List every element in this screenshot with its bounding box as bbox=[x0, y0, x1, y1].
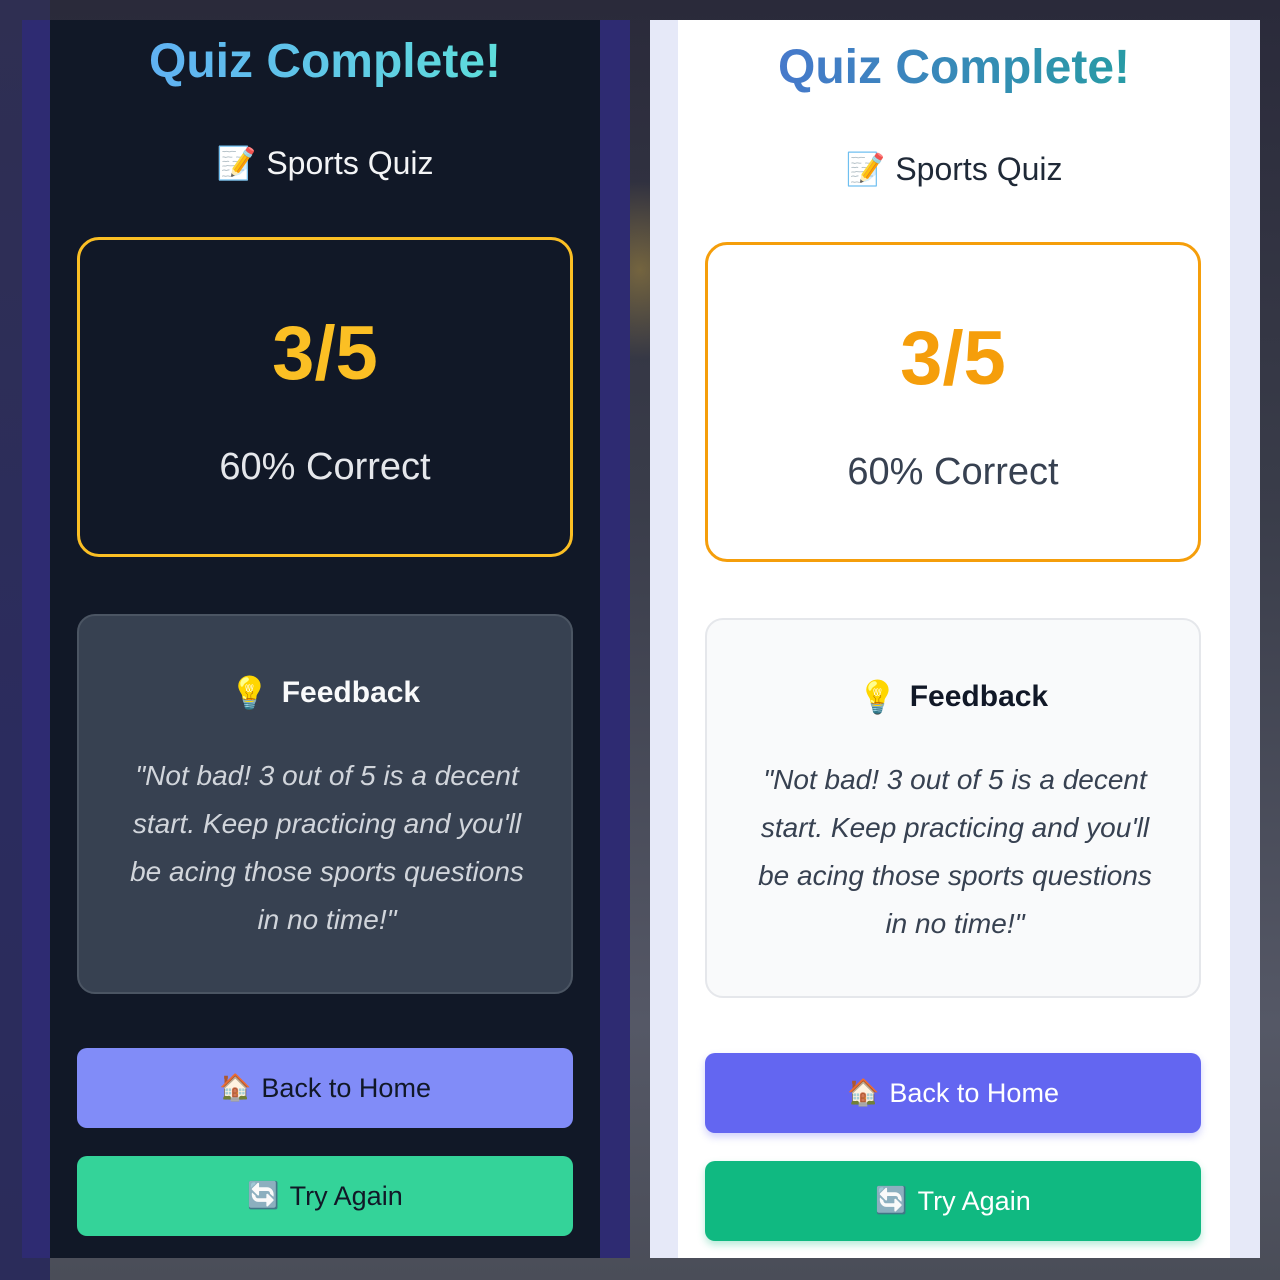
refresh-icon: 🔄 bbox=[875, 1186, 908, 1216]
score-card: 3/5 60% Correct bbox=[705, 242, 1201, 562]
quiz-name: Sports Quiz bbox=[895, 150, 1063, 187]
feedback-card: 💡 Feedback "Not bad! 3 out of 5 is a dec… bbox=[705, 618, 1201, 998]
quiz-name: Sports Quiz bbox=[266, 144, 434, 181]
score-value: 3/5 bbox=[272, 311, 378, 396]
house-icon: 🏠 bbox=[219, 1073, 252, 1103]
lightbulb-icon: 💡 bbox=[229, 674, 270, 712]
feedback-message: "Not bad! 3 out of 5 is a decent start. … bbox=[758, 764, 1152, 939]
light-theme-screen: Quiz Complete! 📝 Sports Quiz 3/5 60% Cor… bbox=[650, 20, 1260, 1258]
feedback-heading-row: 💡 Feedback bbox=[707, 678, 1199, 716]
memo-icon: 📝 bbox=[216, 144, 257, 182]
percent-correct: 60% Correct bbox=[219, 446, 431, 488]
feedback-heading: Feedback bbox=[281, 676, 421, 709]
try-again-label: Try Again bbox=[917, 1185, 1031, 1216]
try-again-label: Try Again bbox=[289, 1180, 403, 1211]
lightbulb-icon: 💡 bbox=[857, 678, 898, 716]
back-to-home-button[interactable]: 🏠 Back to Home bbox=[705, 1053, 1201, 1133]
feedback-card: 💡 Feedback "Not bad! 3 out of 5 is a dec… bbox=[77, 614, 573, 994]
try-again-button[interactable]: 🔄 Try Again bbox=[705, 1161, 1201, 1241]
back-to-home-label: Back to Home bbox=[889, 1077, 1059, 1108]
dark-theme-screen: Quiz Complete! 📝 Sports Quiz 3/5 60% Cor… bbox=[22, 20, 630, 1258]
score-value: 3/5 bbox=[900, 316, 1006, 401]
feedback-heading: Feedback bbox=[909, 680, 1049, 713]
feedback-message: "Not bad! 3 out of 5 is a decent start. … bbox=[130, 760, 524, 935]
light-screen-content: Quiz Complete! 📝 Sports Quiz 3/5 60% Cor… bbox=[678, 20, 1230, 1258]
feedback-heading-row: 💡 Feedback bbox=[79, 674, 571, 712]
back-to-home-button[interactable]: 🏠 Back to Home bbox=[77, 1048, 573, 1128]
quiz-name-row: 📝 Sports Quiz bbox=[678, 150, 1230, 188]
dark-screen-content: Quiz Complete! 📝 Sports Quiz 3/5 60% Cor… bbox=[50, 20, 600, 1258]
memo-icon: 📝 bbox=[845, 150, 886, 188]
back-to-home-label: Back to Home bbox=[261, 1072, 431, 1103]
score-card: 3/5 60% Correct bbox=[77, 237, 573, 557]
percent-correct: 60% Correct bbox=[847, 451, 1059, 493]
refresh-icon: 🔄 bbox=[247, 1181, 280, 1211]
page-title: Quiz Complete! bbox=[50, 34, 600, 89]
try-again-button[interactable]: 🔄 Try Again bbox=[77, 1156, 573, 1236]
page-title: Quiz Complete! bbox=[678, 40, 1230, 95]
house-icon: 🏠 bbox=[847, 1078, 880, 1108]
quiz-name-row: 📝 Sports Quiz bbox=[50, 144, 600, 182]
